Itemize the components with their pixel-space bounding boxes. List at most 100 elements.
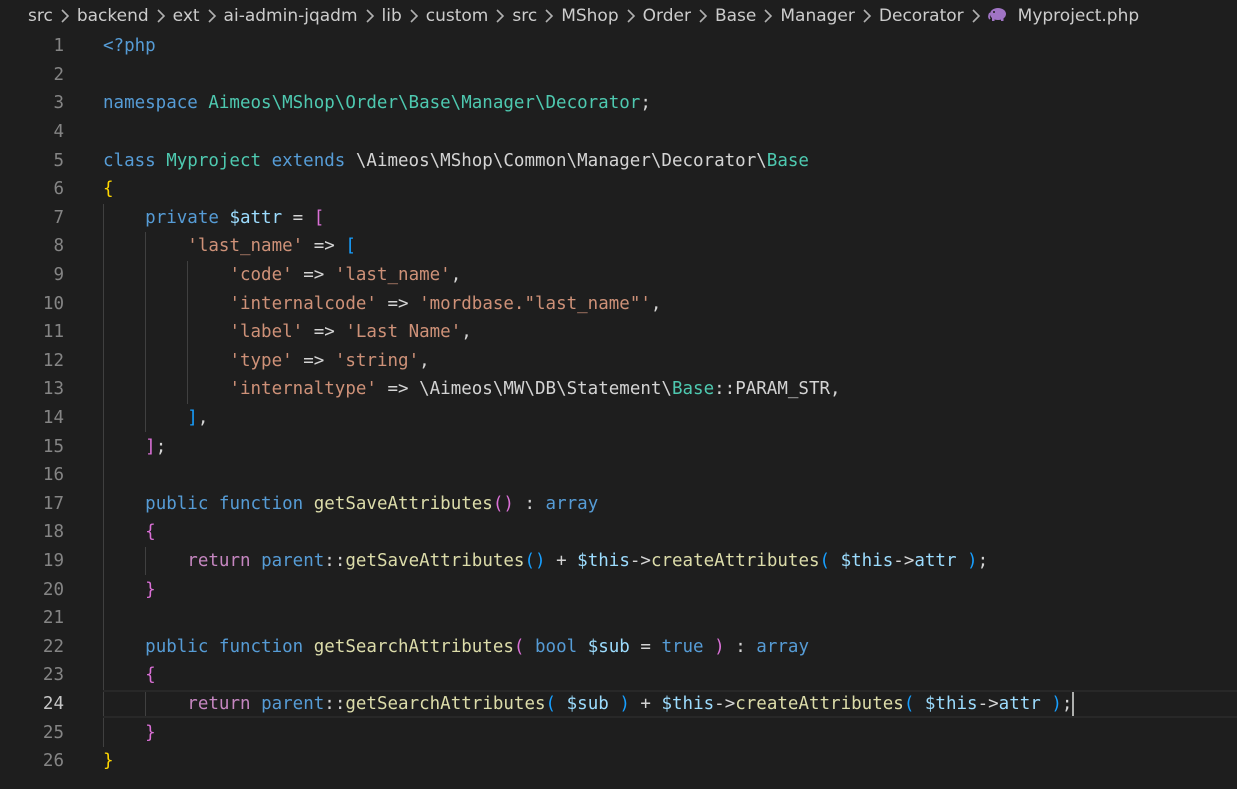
chevron-right-icon xyxy=(756,6,780,26)
code-token: -> xyxy=(977,694,999,715)
code-token: : xyxy=(513,493,546,514)
code-line[interactable]: 25 } xyxy=(0,718,1237,747)
breadcrumb-segment[interactable]: ext xyxy=(173,6,200,26)
code-line[interactable]: 6{ xyxy=(0,175,1237,204)
breadcrumb-segment[interactable]: src xyxy=(512,6,537,26)
code-line[interactable]: 11 'label' => 'Last Name', xyxy=(0,318,1237,347)
code-token: ( xyxy=(903,694,925,715)
code-token: , xyxy=(461,322,472,343)
code-text: public function getSearchAttributes( boo… xyxy=(103,632,1237,662)
code-token: ::PARAM_STR, xyxy=(714,379,841,400)
code-token: -> xyxy=(629,551,651,572)
breadcrumb-segment[interactable]: Manager xyxy=(780,6,855,26)
code-token: { xyxy=(103,179,114,200)
indent-guide xyxy=(103,718,104,747)
code-token: 'code' xyxy=(229,265,293,286)
code-line[interactable]: 12 'type' => 'string', xyxy=(0,346,1237,376)
code-text: public function getSaveAttributes() : ar… xyxy=(103,489,1237,519)
line-number: 5 xyxy=(53,150,64,171)
indent-guide xyxy=(103,461,104,490)
code-line[interactable]: 3 namespace Aimeos\MShop\Order\Base\Manag… xyxy=(0,89,1237,118)
code-line[interactable]: 23 { xyxy=(0,661,1237,690)
breadcrumb-segment[interactable]: Decorator xyxy=(879,6,964,26)
code-token: ; xyxy=(640,93,651,114)
breadcrumb-file[interactable]: Myproject.php xyxy=(1018,6,1140,26)
breadcrumb-segment[interactable]: src xyxy=(28,6,53,26)
indent-guide xyxy=(103,203,104,233)
line-number: 24 xyxy=(42,694,64,715)
code-line[interactable]: 22 public function getSearchAttributes( … xyxy=(0,632,1237,662)
code-token: Base xyxy=(671,379,715,400)
code-token: , xyxy=(419,350,430,371)
breadcrumb-segment[interactable]: lib xyxy=(382,6,402,26)
code-token: { xyxy=(145,665,156,686)
line-number: 17 xyxy=(42,493,64,514)
code-text: class Myproject extends \Aimeos\MShop\Co… xyxy=(103,146,1237,175)
code-line[interactable]: 2 xyxy=(0,61,1237,90)
code-line[interactable]: 20 } xyxy=(0,575,1237,604)
code-line[interactable]: 17 public function getSaveAttributes() :… xyxy=(0,489,1237,519)
code-line[interactable]: 16 xyxy=(0,461,1237,490)
indent-guide xyxy=(187,375,189,404)
indent-guide xyxy=(145,403,147,433)
code-token: : xyxy=(724,636,757,657)
code-line[interactable]: 19 return parent:: getSaveAttributes() + … xyxy=(0,546,1237,576)
code-token: () xyxy=(492,493,514,514)
code-token: namespace xyxy=(103,93,209,114)
code-token: ) xyxy=(714,636,725,657)
indent-guide xyxy=(103,375,104,404)
code-token: } xyxy=(145,722,156,743)
code-editor[interactable]: 1 <?php 2 3 namespace Aimeos\MShop\Order\Bas… xyxy=(0,32,1237,789)
chevron-right-icon xyxy=(200,6,224,26)
breadcrumb-segment[interactable]: Base xyxy=(715,6,756,26)
code-text: namespace Aimeos\MShop\Order\Base\Manage… xyxy=(103,89,1237,118)
code-token: + xyxy=(629,694,662,715)
breadcrumb-segment[interactable]: backend xyxy=(77,6,149,26)
code-token: 'mordbase."last_name"' xyxy=(419,293,651,314)
line-number: 26 xyxy=(42,751,64,772)
code-token: parent xyxy=(261,551,325,572)
code-line[interactable]: 24 return parent:: getSearchAttributes( $… xyxy=(0,689,1237,719)
code-token: extends xyxy=(271,150,356,171)
code-token: $sub xyxy=(566,694,620,715)
code-line[interactable]: 7 private $attr = [ xyxy=(0,203,1237,233)
breadcrumb-segment[interactable]: custom xyxy=(426,6,489,26)
code-line[interactable]: 8 'last_name' => [ xyxy=(0,232,1237,261)
code-line[interactable]: 5 class Myproject extends \Aimeos\MShop\C… xyxy=(0,146,1237,175)
code-line[interactable]: 9 'code' => 'last_name', xyxy=(0,260,1237,290)
code-token: attr xyxy=(998,694,1052,715)
code-token: 'string' xyxy=(334,350,420,371)
indent-guide xyxy=(145,260,147,290)
chevron-right-icon xyxy=(537,6,561,26)
code-token: <?php xyxy=(103,36,156,57)
code-token: public function xyxy=(145,636,314,657)
code-line[interactable]: 13 'internaltype' => \Aimeos\MW\DB\State… xyxy=(0,375,1237,404)
code-line[interactable]: 1 <?php xyxy=(0,32,1237,61)
breadcrumb-segment[interactable]: Order xyxy=(643,6,691,26)
code-text: 'internaltype' => \Aimeos\MW\DB\Statemen… xyxy=(103,375,1237,404)
chevron-right-icon xyxy=(691,6,715,26)
breadcrumb-segment[interactable]: MShop xyxy=(561,6,618,26)
line-number: 14 xyxy=(42,408,64,429)
code-token: $this xyxy=(661,694,715,715)
code-line[interactable]: 26} xyxy=(0,747,1237,776)
code-line[interactable]: 21 xyxy=(0,604,1237,633)
breadcrumb-segment[interactable]: ai-admin-jqadm xyxy=(224,6,358,26)
chevron-right-icon xyxy=(964,6,988,26)
code-token: 'type' xyxy=(229,350,293,371)
code-line[interactable]: 18 { xyxy=(0,518,1237,547)
code-line[interactable]: 10 'internalcode' => 'mordbase."last_nam… xyxy=(0,289,1237,318)
code-token: getSaveAttributes xyxy=(313,493,493,514)
chevron-right-icon xyxy=(855,6,879,26)
code-text: { xyxy=(103,661,1237,690)
code-line[interactable]: 15 ]; xyxy=(0,432,1237,461)
php-elephant-icon xyxy=(987,6,1010,27)
code-line[interactable]: 14 ], xyxy=(0,403,1237,433)
code-line[interactable]: 4 xyxy=(0,118,1237,147)
